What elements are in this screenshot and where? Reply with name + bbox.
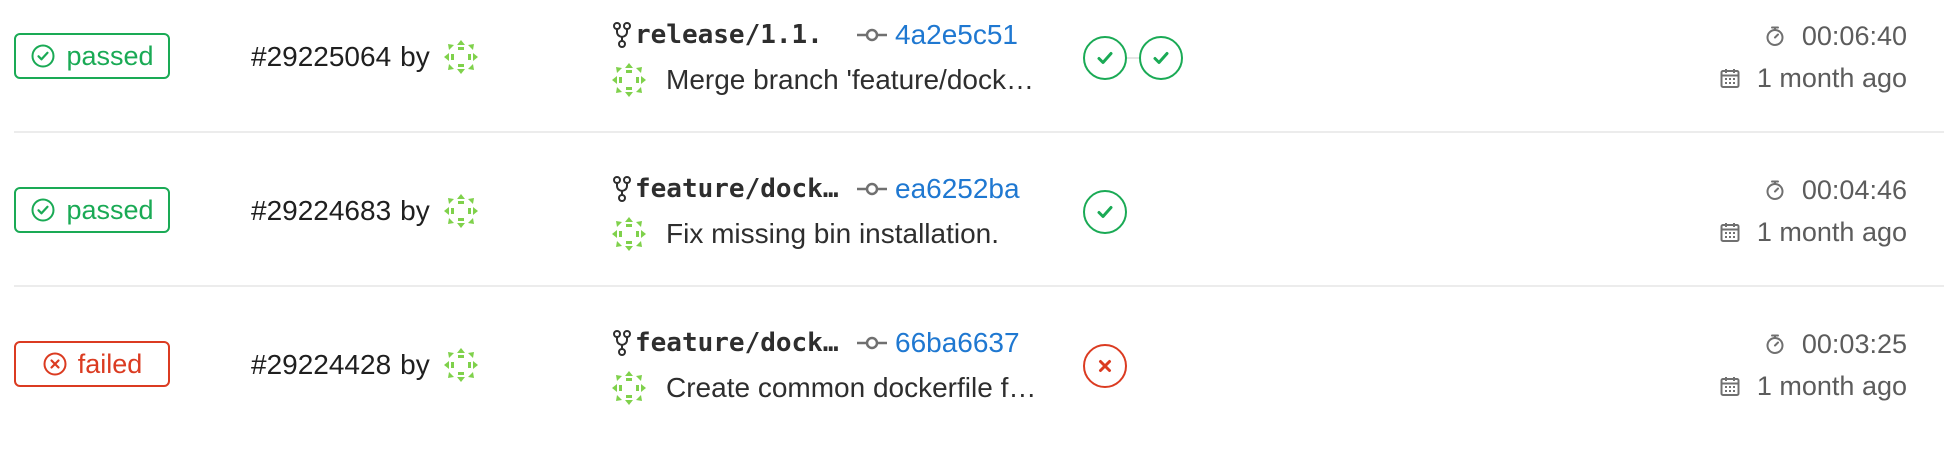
duration: 00:04:46 [1667, 172, 1907, 208]
check-icon [1094, 201, 1116, 223]
calendar-icon [1719, 375, 1757, 397]
commit-icon [845, 27, 895, 43]
pipeline-id: #29225064 by [251, 38, 480, 76]
timer-icon [1764, 25, 1802, 47]
branch-link[interactable]: feature/docker-common [635, 328, 845, 358]
user-avatar[interactable] [442, 38, 480, 76]
fork-icon [613, 175, 635, 203]
finished-value: 1 month ago [1756, 62, 1907, 93]
timer-icon [1764, 333, 1802, 355]
stage-success[interactable] [1083, 36, 1127, 80]
status-badge-failed[interactable]: failed [14, 341, 170, 387]
duration: 00:03:25 [1667, 326, 1907, 362]
pipelines-table: passed #29225064 by release/1.1. 4a2e5c5… [0, 0, 1944, 436]
commit-line: Fix missing bin installation. [610, 214, 1040, 254]
commit-title-link[interactable]: Fix missing bin installation. [666, 218, 1040, 250]
commit-title-link[interactable]: Create common dockerfile for images [666, 372, 1040, 404]
finished-at: 1 month ago [1667, 60, 1907, 96]
by-label: by [400, 41, 430, 72]
pipeline-stages [1083, 190, 1127, 234]
finished-at: 1 month ago [1667, 368, 1907, 404]
committer-avatar[interactable] [610, 215, 648, 253]
pipeline-stages [1083, 344, 1127, 388]
status-badge-passed[interactable]: passed [14, 33, 170, 79]
commit-sha-link[interactable]: 4a2e5c51 [895, 19, 1018, 51]
timer-icon [1764, 179, 1802, 201]
stage-failed[interactable] [1083, 344, 1127, 388]
ref-line: feature/docker-common ea6252ba [613, 172, 1020, 206]
row-divider [14, 285, 1944, 287]
ref-line: feature/docker-common 66ba6637 [613, 326, 1020, 360]
pipeline-stages [1083, 36, 1183, 80]
duration-value: 00:03:25 [1801, 328, 1907, 359]
pipeline-id-link[interactable]: #29225064 [251, 43, 391, 71]
check-icon [1094, 47, 1116, 69]
pipeline-row: failed #29224428 by feature/docker-commo… [0, 308, 1944, 462]
pipeline-timing: 00:04:46 1 month ago [1667, 172, 1907, 250]
commit-sha-link[interactable]: 66ba6637 [895, 327, 1020, 359]
pipeline-timing: 00:06:40 1 month ago [1667, 18, 1907, 96]
pipeline-id-link[interactable]: #29224428 [251, 351, 391, 379]
status-label: passed [66, 194, 154, 225]
commit-title-link[interactable]: Merge branch 'feature/docker-common' [666, 64, 1040, 96]
by-label: by [400, 195, 430, 226]
committer-avatar[interactable] [610, 369, 648, 407]
status-badge-passed[interactable]: passed [14, 187, 170, 233]
commit-icon [845, 335, 895, 351]
stage-success[interactable] [1083, 190, 1127, 234]
ref-line: release/1.1. 4a2e5c51 [613, 18, 1018, 52]
commit-icon [845, 181, 895, 197]
stage-success[interactable] [1139, 36, 1183, 80]
check-circle-icon [30, 43, 56, 69]
calendar-icon [1719, 221, 1757, 243]
user-avatar[interactable] [442, 192, 480, 230]
check-circle-icon [30, 197, 56, 223]
close-icon [1094, 355, 1116, 377]
calendar-icon [1719, 67, 1757, 89]
fork-icon [613, 329, 635, 357]
committer-avatar[interactable] [610, 61, 648, 99]
fork-icon [613, 21, 635, 49]
pipeline-id: #29224428 by [251, 346, 480, 384]
commit-line: Merge branch 'feature/docker-common' [610, 60, 1040, 100]
branch-link[interactable]: release/1.1. [635, 20, 845, 50]
duration-value: 00:04:46 [1801, 174, 1907, 205]
pipeline-id-link[interactable]: #29224683 [251, 197, 391, 225]
row-divider [14, 131, 1944, 133]
duration: 00:06:40 [1667, 18, 1907, 54]
status-label: failed [77, 348, 143, 379]
duration-value: 00:06:40 [1801, 20, 1907, 51]
status-label: passed [66, 40, 154, 71]
pipeline-id: #29224683 by [251, 192, 480, 230]
finished-at: 1 month ago [1667, 214, 1907, 250]
branch-link[interactable]: feature/docker-common [635, 174, 845, 204]
commit-line: Create common dockerfile for images [610, 368, 1040, 408]
by-label: by [400, 349, 430, 380]
pipeline-timing: 00:03:25 1 month ago [1667, 326, 1907, 404]
close-circle-icon [42, 351, 68, 377]
user-avatar[interactable] [442, 346, 480, 384]
finished-value: 1 month ago [1756, 370, 1907, 401]
check-icon [1150, 47, 1172, 69]
commit-sha-link[interactable]: ea6252ba [895, 173, 1020, 205]
stage-connector [1127, 57, 1139, 59]
finished-value: 1 month ago [1756, 216, 1907, 247]
